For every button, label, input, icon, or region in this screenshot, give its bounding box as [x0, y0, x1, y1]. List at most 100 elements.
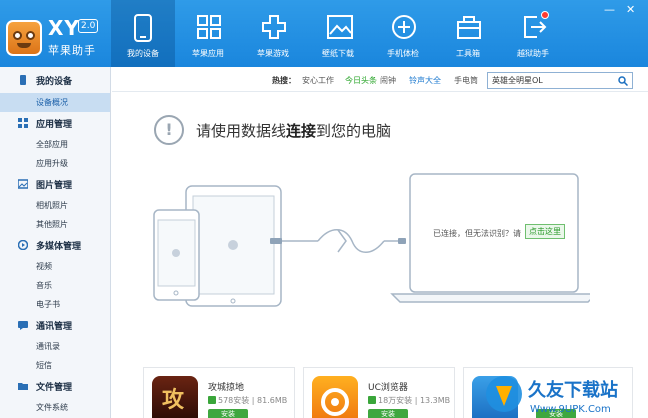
hot-search-link[interactable]: 闹钟 — [380, 75, 396, 86]
sidebar-section-photos[interactable]: 图片管理 — [0, 173, 110, 195]
game-app-icon: 攻 — [152, 376, 198, 418]
sidebar: 我的设备 设备概况 应用管理 全部应用 应用升级 图片管理 相机照片 其他照片 … — [0, 67, 111, 418]
tab-label: 越狱助手 — [517, 49, 549, 58]
sidebar-item-video[interactable]: 视频 — [0, 257, 110, 276]
tab-label: 工具箱 — [456, 49, 480, 58]
tab-phone-check[interactable]: 手机体检 — [371, 0, 435, 67]
plus-circle-icon — [392, 15, 416, 39]
tab-label: 手机体检 — [387, 49, 419, 58]
sidebar-item-device-overview[interactable]: 设备概况 — [0, 93, 110, 112]
tab-toolbox[interactable]: 工具箱 — [436, 0, 500, 67]
brand-subtitle: 苹果助手 — [48, 44, 96, 57]
grid-icon — [18, 118, 28, 128]
phone-icon — [134, 14, 152, 42]
section-title: 通讯管理 — [36, 322, 73, 332]
uc-browser-icon — [312, 376, 358, 418]
connect-title-pre: 请使用数据线 — [196, 122, 287, 140]
sidebar-item-app-upgrade[interactable]: 应用升级 — [0, 154, 110, 173]
logo-mouth — [17, 43, 31, 48]
alert-icon: ! — [154, 115, 184, 145]
folder-icon — [18, 383, 28, 390]
app-meta-text: 578安装 | 81.6MB — [218, 396, 288, 405]
tab-wallpaper[interactable]: 壁纸下载 — [306, 0, 370, 67]
sidebar-item-label: 音乐 — [36, 281, 52, 290]
sidebar-section-apps[interactable]: 应用管理 — [0, 112, 110, 134]
download-icon — [208, 396, 216, 404]
sidebar-item-all-apps[interactable]: 全部应用 — [0, 135, 110, 154]
app-card[interactable]: UC浏览器 18万安装 | 13.3MB 安装 — [303, 367, 455, 418]
sidebar-section-files[interactable]: 文件管理 — [0, 375, 110, 397]
tab-jailbreak[interactable]: 越狱助手 — [501, 0, 565, 67]
install-button[interactable]: 安装 — [368, 409, 408, 418]
unrecognized-hint: 已连接，但无法识别？请 — [433, 229, 521, 238]
sidebar-item-camera-photos[interactable]: 相机照片 — [0, 196, 110, 215]
install-button[interactable]: 安装 — [208, 409, 248, 418]
tab-label: 壁纸下载 — [322, 49, 354, 58]
app-icon-char: 攻 — [162, 388, 185, 413]
notification-dot — [541, 11, 549, 19]
app-name: UC浏览器 — [368, 383, 408, 393]
device-connect-illustration — [153, 173, 590, 307]
sidebar-item-label: 应用升级 — [36, 159, 68, 168]
sidebar-item-label: 通讯录 — [36, 342, 60, 351]
sidebar-section-media[interactable]: 多媒体管理 — [0, 234, 110, 256]
media-icon — [18, 240, 28, 250]
sidebar-item-label: 电子书 — [36, 300, 60, 309]
watermark-text: 久友下载站 — [528, 379, 618, 401]
hot-search-label: 热搜： — [272, 76, 296, 85]
app-card[interactable]: 攻 攻城掠地 578安装 | 81.6MB 安装 — [143, 367, 295, 418]
sidebar-section-comms[interactable]: 通讯管理 — [0, 314, 110, 336]
sidebar-item-contacts[interactable]: 通讯录 — [0, 337, 110, 356]
hot-search-link[interactable]: 今日头条 — [345, 75, 377, 86]
sidebar-item-other-photos[interactable]: 其他照片 — [0, 215, 110, 234]
grid-icon — [197, 15, 221, 39]
hot-search-link[interactable]: 安心工作 — [302, 75, 334, 86]
phone-icon — [20, 75, 26, 85]
sidebar-item-label: 视频 — [36, 262, 52, 271]
app-meta: 578安装 | 81.6MB — [208, 395, 287, 406]
search-box — [487, 72, 633, 89]
tab-label: 我的设备 — [127, 49, 159, 58]
app-meta: 18万安装 | 13.3MB — [368, 395, 450, 406]
tab-label: 苹果游戏 — [257, 49, 289, 58]
sidebar-section-device[interactable]: 我的设备 — [0, 69, 110, 91]
click-here-button[interactable]: 点击这里 — [525, 224, 565, 239]
image-icon — [327, 15, 353, 39]
sidebar-item-sms[interactable]: 短信 — [0, 356, 110, 375]
connect-title-post: 到您的电脑 — [316, 122, 392, 140]
sidebar-item-ebook[interactable]: 电子书 — [0, 295, 110, 314]
tab-apple-apps[interactable]: 苹果应用 — [176, 0, 240, 67]
sidebar-item-label: 其他照片 — [36, 220, 68, 229]
toolbox-icon — [457, 16, 481, 39]
section-title: 应用管理 — [36, 120, 73, 130]
brand-title: XY — [48, 16, 80, 40]
sidebar-item-label: 全部应用 — [36, 140, 68, 149]
image-icon — [18, 179, 28, 189]
chat-icon — [18, 321, 28, 330]
hot-search-link[interactable]: 铃声大全 — [409, 75, 441, 86]
logo-eye — [13, 31, 22, 40]
minimize-button[interactable]: — — [604, 4, 615, 16]
squirrel-icon — [321, 388, 349, 416]
hot-search-link[interactable]: 手电筒 — [454, 75, 478, 86]
section-title: 文件管理 — [36, 383, 73, 393]
section-title: 图片管理 — [36, 181, 73, 191]
app-logo-icon — [6, 20, 42, 56]
section-title: 多媒体管理 — [36, 242, 82, 252]
search-input[interactable] — [488, 73, 614, 88]
sidebar-item-label: 文件系统 — [36, 403, 68, 412]
sidebar-item-file-system[interactable]: 文件系统 — [0, 398, 110, 417]
download-icon — [368, 396, 376, 404]
sidebar-item-music[interactable]: 音乐 — [0, 276, 110, 295]
app-name: 攻城掠地 — [208, 383, 245, 393]
tab-my-device[interactable]: 我的设备 — [111, 0, 175, 67]
watermark-url: Www.9UPK.Com — [530, 404, 611, 415]
close-button[interactable]: ✕ — [626, 4, 635, 16]
site-watermark: 久友下载站 Www.9UPK.Com — [486, 376, 618, 415]
sidebar-item-label: 设备概况 — [36, 98, 68, 107]
connect-prompt-title: 请使用数据线连接到您的电脑 — [196, 120, 391, 141]
tab-apple-games[interactable]: 苹果游戏 — [241, 0, 305, 67]
search-icon[interactable] — [618, 76, 628, 86]
logo-eye — [26, 31, 35, 40]
sidebar-item-label: 短信 — [36, 361, 52, 370]
